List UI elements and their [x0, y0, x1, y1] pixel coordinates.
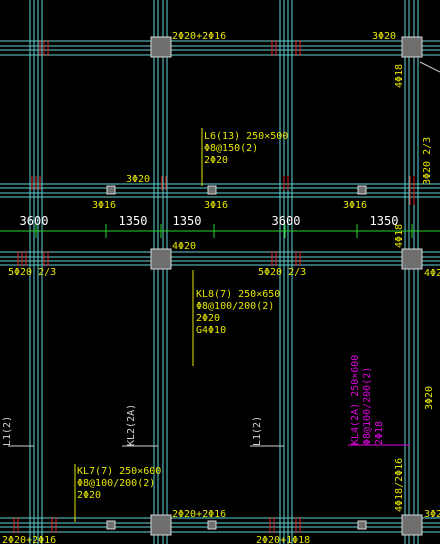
right-lower-label[interactable]: 4Φ18	[394, 224, 405, 248]
bottom-center-bottom-label[interactable]: 2Φ20+1Φ18	[256, 535, 310, 544]
right-mid-label-a[interactable]: 3Φ20 2/3	[422, 137, 433, 185]
l6-beam-name[interactable]: L6(13) 250×500	[204, 131, 288, 142]
column[interactable]	[401, 36, 423, 58]
l6-top-rebar[interactable]: 2Φ20	[204, 155, 228, 166]
support-marker	[106, 520, 116, 530]
column-top-label[interactable]: 4Φ20	[172, 241, 196, 252]
bottom-center-top-label[interactable]: 2Φ20+2Φ16	[172, 509, 226, 520]
mid-label-b[interactable]: 3Φ16	[204, 200, 228, 211]
leader-lines-white	[8, 61, 440, 447]
l1-vertical-label[interactable]: L1(2)	[2, 416, 13, 446]
cad-drawing-canvas[interactable]: 2Φ20+2Φ16 3Φ20 L6(13) 250×500 Φ8@150(2) …	[0, 0, 440, 544]
row-label-left[interactable]: 5Φ20 2/3	[8, 267, 56, 278]
column[interactable]	[150, 36, 172, 58]
column[interactable]	[401, 248, 423, 270]
column[interactable]	[401, 514, 423, 536]
support-marker	[207, 520, 217, 530]
kl-right-vertical-label[interactable]: 4Φ18/2Φ16	[394, 458, 405, 512]
kl8-beam-name[interactable]: KL8(7) 250×650	[196, 289, 280, 300]
kl8-stirrup[interactable]: Φ8@100/200(2)	[196, 301, 274, 312]
structural-plan: 2Φ20+2Φ16 3Φ20 L6(13) 250×500 Φ8@150(2) …	[0, 0, 440, 544]
bottom-left-label[interactable]: 2Φ20+2Φ16	[2, 535, 56, 544]
right-top-label[interactable]: 4Φ18	[394, 64, 405, 88]
dimension-value: 3600	[272, 214, 301, 228]
top-beam-right-label[interactable]: 3Φ20	[372, 31, 396, 42]
row-label-center[interactable]: 5Φ20 2/3	[258, 267, 306, 278]
kl4-top-rebar[interactable]: 2Φ18	[374, 421, 385, 445]
mid-label-c[interactable]: 3Φ16	[343, 200, 367, 211]
kl8-top-rebar[interactable]: 2Φ20	[196, 313, 220, 324]
dimension-value: 3600	[20, 214, 49, 228]
bottom-right-label[interactable]: 3Φ2	[424, 509, 440, 520]
kl2-vertical-label[interactable]: KL2(2A)	[126, 404, 137, 446]
kl7-stirrup[interactable]: Φ8@100/200(2)	[77, 478, 155, 489]
right-bottom-label[interactable]: 3Φ20	[424, 386, 435, 410]
top-beam-left-label[interactable]: 2Φ20+2Φ16	[172, 31, 226, 42]
kl8-side-rebar[interactable]: G4Φ10	[196, 325, 226, 336]
support-marker	[357, 520, 367, 530]
l6-stirrup[interactable]: Φ8@150(2)	[204, 143, 258, 154]
dimension-value: 1350	[119, 214, 148, 228]
support-marker	[106, 185, 116, 195]
horizontal-beams	[0, 40, 440, 533]
column[interactable]	[150, 514, 172, 536]
kl4-stirrup[interactable]: Φ8@100/200(2)	[362, 367, 373, 445]
column[interactable]	[150, 248, 172, 270]
l1b-vertical-label[interactable]: L1(2)	[252, 416, 263, 446]
vertical-beams	[29, 0, 419, 544]
right-row-label[interactable]: 4Φ2	[424, 268, 440, 279]
support-marker	[207, 185, 217, 195]
mid-label-a[interactable]: 3Φ16	[92, 200, 116, 211]
kl7-top-rebar[interactable]: 2Φ20	[77, 490, 101, 501]
dimension-value: 1350	[173, 214, 202, 228]
leader-lines	[74, 128, 203, 522]
rebar-ticks	[13, 40, 415, 533]
kl4-beam-name[interactable]: KL4(2A) 250×600	[350, 355, 361, 445]
support-marker	[357, 185, 367, 195]
l6-bottom-left-rebar[interactable]: 3Φ20	[126, 174, 150, 185]
kl7-beam-name[interactable]: KL7(7) 250×600	[77, 466, 161, 477]
